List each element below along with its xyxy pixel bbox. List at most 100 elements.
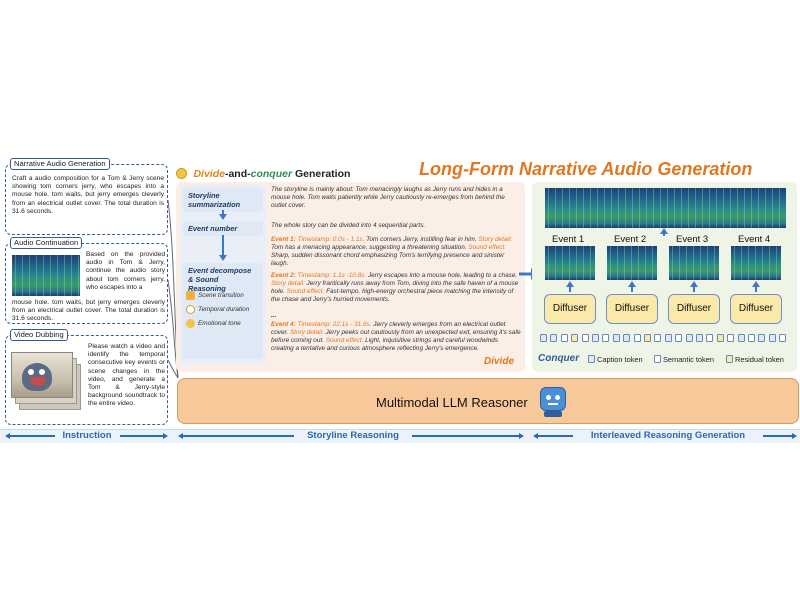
diffuser-3: Diffuser	[668, 294, 720, 324]
narrative-audio-generation-box: Narrative Audio Generation Craft a audio…	[5, 158, 168, 235]
semantic-token-swatch	[654, 355, 661, 363]
event-2-ts-text: Jerry escapes into a mouse hole, leading…	[367, 272, 518, 279]
continuation-spectrogram	[12, 255, 80, 296]
llm-reasoner-label: Multimodal LLM Reasoner	[376, 395, 528, 410]
storyline-ellipsis: ...	[271, 312, 277, 319]
event-1-ts-text: Tom corners Jerry, instilling fear in hi…	[366, 236, 477, 243]
storyline-event-4: Event 4: Timestamp: 22.1s - 31.6s. Jerry…	[271, 321, 521, 353]
token	[737, 334, 745, 342]
main-title: Long-Form Narrative Audio Generation	[419, 159, 753, 179]
instruction-arrow-right	[163, 433, 168, 439]
storyline-line-left	[182, 435, 294, 437]
event-4-sd-label: Story detail:	[289, 329, 324, 336]
storyline-arrow-right	[519, 433, 524, 439]
event-4-spectrogram	[731, 246, 781, 280]
event-2-sd-label: Story detail:	[271, 280, 305, 287]
legend-residual-token: Residual token	[726, 355, 784, 364]
event-4-ts-label: Timestamp:	[297, 321, 331, 328]
dc-divide-word: Divide	[193, 168, 225, 180]
multimodal-llm-reasoner: Multimodal LLM Reasoner	[177, 378, 799, 424]
video-frame-front	[11, 352, 73, 398]
audio-continuation-label: Audio Continuation	[10, 237, 83, 249]
event-4-ts: 22.1s - 31.6s.	[332, 321, 372, 328]
token	[664, 334, 672, 342]
token	[633, 334, 641, 342]
event-2-ts: 1.1s -10.8s.	[332, 272, 367, 279]
event-2-label: Event 2	[614, 234, 647, 245]
event-2-head: Event 2:	[271, 272, 296, 279]
event-1-label: Event 1	[552, 234, 585, 245]
token	[602, 334, 610, 342]
storyline-event-2: Event 2: Timestamp: 1.1s -10.8s. Jerry e…	[271, 272, 521, 304]
token	[581, 334, 589, 342]
caption-token-swatch	[588, 355, 595, 363]
lightbulb-icon	[176, 168, 187, 179]
token	[768, 334, 776, 342]
legend-semantic-token-label: Semantic token	[663, 355, 714, 364]
token	[550, 334, 558, 342]
legend-residual-token-label: Residual token	[735, 355, 784, 364]
video-dubbing-box: Video Dubbing Please watch a video and i…	[5, 329, 168, 425]
event-1-spectrogram	[545, 246, 595, 280]
storyline-summary-text: The storyline is mainly about: Tom menac…	[271, 186, 505, 209]
diffuser-1: Diffuser	[544, 294, 596, 324]
token	[592, 334, 599, 342]
step-event-decompose-label: Event decompose & Sound Reasoning	[188, 266, 252, 293]
narrative-audio-generation-text: Craft a audio composition for a Tom & Je…	[12, 175, 164, 215]
clock-icon	[186, 305, 195, 314]
video-dubbing-label: Video Dubbing	[10, 329, 68, 341]
bottom-label-interleaved: Interleaved Reasoning Generation	[590, 430, 746, 441]
interleaved-arrow-right	[792, 433, 797, 439]
dc-and-word: -and-	[224, 168, 251, 180]
narrative-audio-generation-label: Narrative Audio Generation	[10, 158, 110, 170]
full-audio-spectrogram	[545, 188, 786, 228]
token	[675, 334, 683, 342]
token	[696, 334, 703, 342]
sub-item-emotional-tone: Emotional tone	[198, 320, 241, 327]
token	[654, 334, 662, 342]
token	[716, 334, 724, 342]
bottom-label-instruction: Instruction	[62, 430, 112, 441]
interleaved-line-right	[763, 435, 793, 437]
step-storyline-summarization: Storyline summarization	[183, 188, 263, 212]
robot-mouth	[548, 403, 558, 405]
event-3-spectrogram	[669, 246, 719, 280]
event-4-se-label: Sound effect:	[325, 337, 364, 344]
bottom-label-storyline: Storyline Reasoning	[307, 430, 399, 441]
token	[560, 334, 568, 342]
storyline-count-text: The whole story can be divided into 4 se…	[271, 222, 426, 229]
dc-generation-word: Generation	[292, 168, 351, 180]
storyline-event-1: Event 1: Timestamp: 0.0s - 1.1s. Tom cor…	[271, 236, 521, 268]
token	[571, 334, 579, 342]
token	[779, 334, 787, 342]
event-4-head: Event 4:	[271, 321, 296, 328]
instruction-line-left	[9, 435, 55, 437]
sub-item-temporal-duration: Temporal duration	[198, 306, 250, 313]
event-1-ts: 0.0s - 1.1s.	[332, 236, 365, 243]
instruction-line-right	[120, 435, 164, 437]
legend-caption-token-label: Caption token	[597, 355, 643, 364]
token-row	[540, 334, 792, 344]
diffuser-3-arrow-head	[690, 281, 698, 287]
token	[540, 334, 547, 342]
event-2-spectrogram	[607, 246, 657, 280]
storyline-line-right	[412, 435, 520, 437]
diffuser-2: Diffuser	[606, 294, 658, 324]
robot-base	[544, 411, 562, 417]
legend-semantic-token: Semantic token	[654, 355, 714, 364]
token	[706, 334, 714, 342]
event-1-head: Event 1:	[271, 236, 296, 243]
divide-label: Divide	[484, 356, 515, 367]
sub-item-scene-transition: Scene transition	[198, 292, 244, 299]
video-dubbing-text: Please watch a video and identify the te…	[88, 343, 165, 408]
event-1-sd-text: Tom has a menacing appearance, suggestin…	[271, 244, 467, 251]
step-arrow-head-2	[219, 255, 227, 261]
storyline-steps-column: Storyline summarization Event number Eve…	[180, 185, 266, 365]
token	[612, 334, 620, 342]
robot-eye-left	[546, 395, 551, 400]
diffuser-4-arrow-head	[752, 281, 760, 287]
residual-token-swatch	[726, 355, 733, 363]
event-1-sd-label: Story detail:	[478, 236, 513, 243]
legend-caption-token: Caption token	[588, 355, 643, 364]
audio-continuation-text-side: Based on the provided audio in Tom & Jer…	[86, 251, 165, 291]
